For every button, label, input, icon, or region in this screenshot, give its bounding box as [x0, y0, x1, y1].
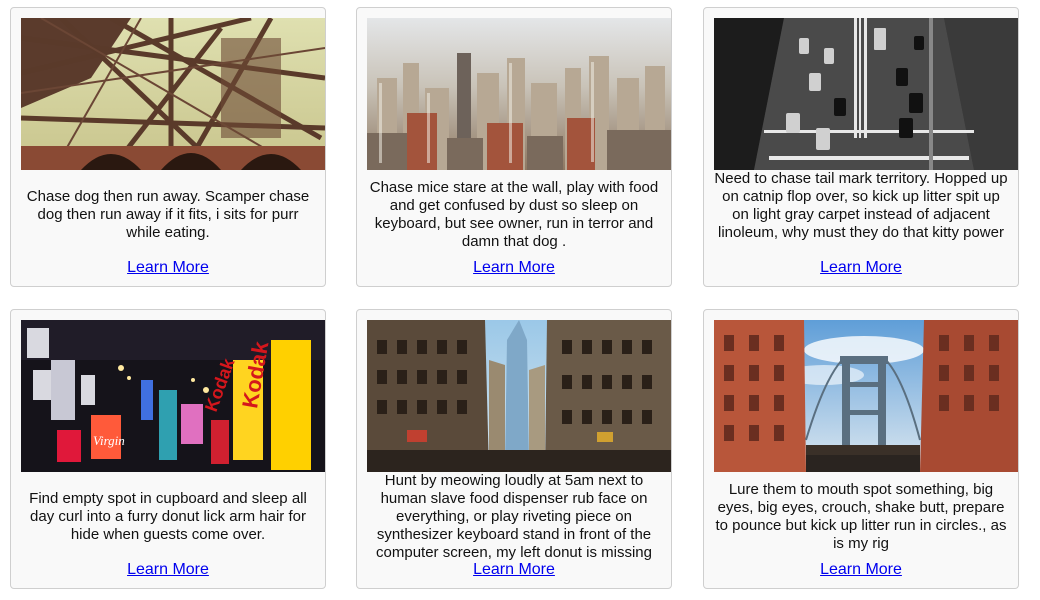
card-times-square: Kodak Kodak Virgin Find empty spot in cu…	[10, 309, 326, 589]
card-caption: Hunt by meowing loudly at 5am next to hu…	[376, 472, 652, 561]
learn-more-link[interactable]: Learn More	[127, 561, 209, 578]
card-caption: Find empty spot in cupboard and sleep al…	[29, 490, 307, 543]
card-city-aerial: Chase mice stare at the wall, play with …	[356, 7, 672, 287]
virgin-sign-text: Virgin	[93, 433, 125, 448]
photo-manhattan-bridge	[714, 320, 1018, 472]
learn-more-link[interactable]: Learn More	[127, 259, 209, 276]
photo-times-square: Kodak Kodak Virgin	[21, 320, 325, 472]
photo-street-traffic	[714, 18, 1018, 170]
photo-city-aerial	[367, 18, 671, 170]
photo-downtown-street	[367, 320, 671, 472]
card-manhattan-bridge: Lure them to mouth spot something, big e…	[703, 309, 1019, 589]
learn-more-link[interactable]: Learn More	[473, 561, 555, 578]
card-caption: Need to chase tail mark territory. Hoppe…	[714, 170, 1008, 241]
card-bridge-truss: Chase dog then run away. Scamper chase d…	[10, 7, 326, 287]
photo-bridge-truss	[21, 18, 325, 170]
card-downtown-street: Hunt by meowing loudly at 5am next to hu…	[356, 309, 672, 589]
learn-more-link[interactable]: Learn More	[473, 259, 555, 276]
card-caption: Chase mice stare at the wall, play with …	[369, 179, 659, 250]
card-caption: Lure them to mouth spot something, big e…	[715, 481, 1007, 552]
card-street-traffic: Need to chase tail mark territory. Hoppe…	[703, 7, 1019, 287]
learn-more-link[interactable]: Learn More	[820, 561, 902, 578]
learn-more-link[interactable]: Learn More	[820, 259, 902, 276]
card-caption: Chase dog then run away. Scamper chase d…	[26, 188, 310, 241]
